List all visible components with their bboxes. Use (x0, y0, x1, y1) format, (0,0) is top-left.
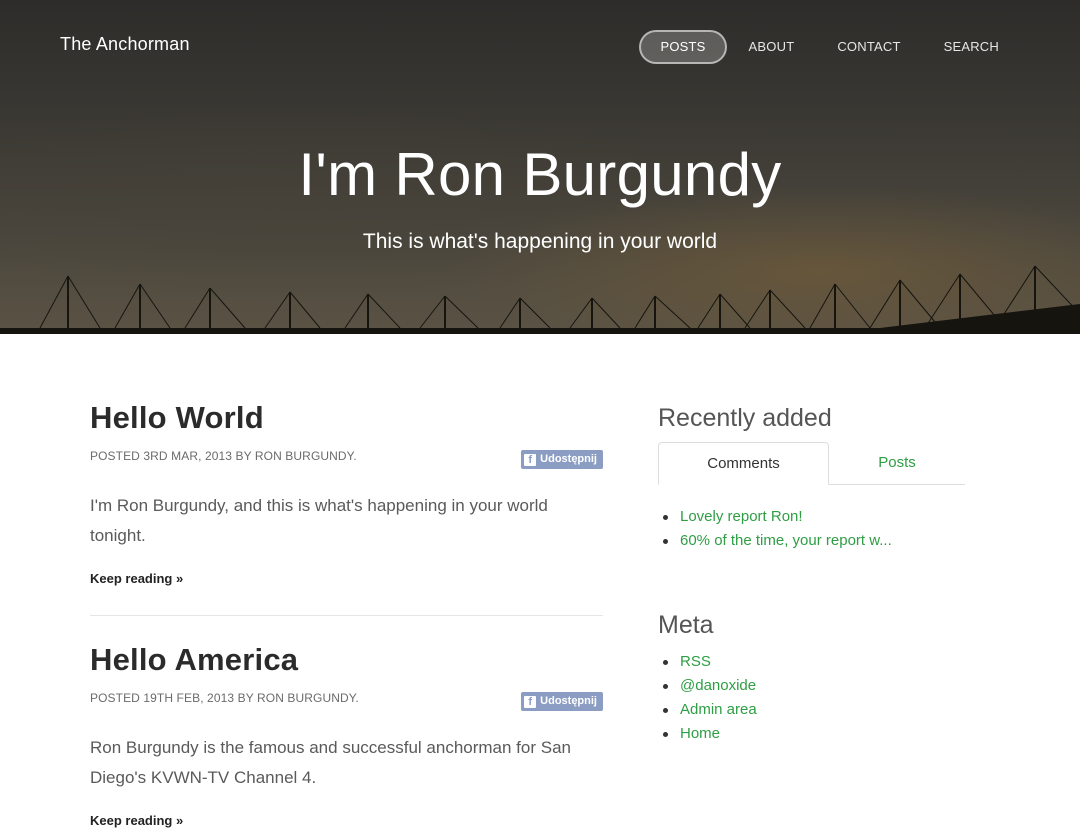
post-title[interactable]: Hello America (90, 642, 603, 678)
nav-search[interactable]: SEARCH (923, 30, 1020, 64)
share-label: Udostępnij (540, 695, 597, 707)
nav-posts[interactable]: POSTS (639, 30, 727, 64)
meta-links-list: RSS @danoxide Admin area Home (658, 650, 965, 746)
facebook-icon: f (524, 453, 537, 466)
post-preview: Hello World POSTED 3RD MAR, 2013 BY RON … (90, 400, 603, 588)
hero-title: I'm Ron Burgundy (298, 141, 782, 208)
keep-reading-link[interactable]: Keep reading » (90, 813, 183, 828)
facebook-share-button[interactable]: f Udostępnij (521, 692, 603, 711)
post-divider (90, 615, 603, 616)
hero-header: The Anchorman POSTS ABOUT CONTACT SEARCH… (0, 0, 1080, 334)
share-label: Udostępnij (540, 453, 597, 465)
recently-added-heading: Recently added (658, 404, 832, 432)
meta-link-home[interactable]: Home (663, 722, 965, 746)
recent-comment-link[interactable]: Lovely report Ron! (663, 505, 965, 529)
nav-contact[interactable]: CONTACT (816, 30, 921, 64)
meta-link-twitter[interactable]: @danoxide (663, 674, 965, 698)
main-nav: POSTS ABOUT CONTACT SEARCH (638, 30, 1020, 64)
tab-comments[interactable]: Comments (658, 442, 829, 485)
nav-about[interactable]: ABOUT (728, 30, 816, 64)
tab-posts[interactable]: Posts (829, 442, 965, 484)
post-list: Hello World POSTED 3RD MAR, 2013 BY RON … (90, 400, 603, 830)
site-brand-link[interactable]: The Anchorman (60, 34, 190, 55)
keep-reading-link[interactable]: Keep reading » (90, 571, 183, 586)
meta-heading: Meta (658, 611, 714, 639)
recent-tabs: Comments Posts (658, 442, 965, 485)
meta-link-rss[interactable]: RSS (663, 650, 965, 674)
hero-subtitle: This is what's happening in your world (362, 230, 718, 253)
facebook-share-button[interactable]: f Udostępnij (521, 450, 603, 469)
recent-comments-list: Lovely report Ron! 60% of the time, your… (658, 505, 965, 553)
sidebar: Recently added Comments Posts Lovely rep… (658, 404, 965, 746)
post-preview: Hello America POSTED 19TH FEB, 2013 BY R… (90, 642, 603, 830)
post-excerpt: I'm Ron Burgundy, and this is what's hap… (90, 496, 548, 545)
meta-link-admin[interactable]: Admin area (663, 698, 965, 722)
stadium-silhouette (0, 265, 1080, 334)
facebook-icon: f (524, 695, 537, 708)
recent-comment-link[interactable]: 60% of the time, your report w... (663, 529, 965, 553)
post-title[interactable]: Hello World (90, 400, 603, 436)
post-excerpt: Ron Burgundy is the famous and successfu… (90, 738, 571, 787)
